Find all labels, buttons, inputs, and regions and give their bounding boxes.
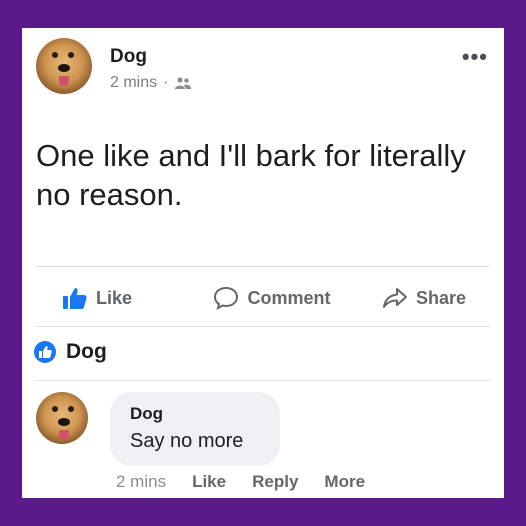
comment-button[interactable]: Comment xyxy=(213,286,331,310)
page-like-badge-icon xyxy=(34,341,56,363)
share-label: Share xyxy=(415,287,466,308)
post-time[interactable]: 2 mins xyxy=(110,74,157,92)
meta-separator: · xyxy=(163,74,169,91)
comment-text: Say no more xyxy=(130,430,244,452)
divider-top xyxy=(36,266,490,267)
share-button[interactable]: Share xyxy=(382,286,466,310)
divider-comments xyxy=(36,380,490,381)
post-header: Dog 2 mins · ••• xyxy=(36,38,494,102)
like-button[interactable]: Like xyxy=(62,286,132,310)
comment-time[interactable]: 2 mins xyxy=(116,472,166,492)
comment-label: Comment xyxy=(247,287,331,308)
comment-actions: 2 mins Like Reply More xyxy=(116,472,365,492)
commenting-as-row[interactable]: Dog xyxy=(34,340,107,364)
commenting-as-name: Dog xyxy=(66,340,107,363)
post-actions: Like Comment Share xyxy=(36,278,490,318)
post-meta: 2 mins · xyxy=(110,74,192,92)
comment-more-link[interactable]: More xyxy=(324,472,365,492)
thumbs-up-icon xyxy=(63,288,87,309)
comment-icon xyxy=(214,286,239,310)
comment-reply-link[interactable]: Reply xyxy=(252,472,298,492)
author-name[interactable]: Dog xyxy=(110,46,147,68)
thumbs-up-icon xyxy=(39,346,52,358)
commenter-name[interactable]: Dog xyxy=(130,404,163,424)
post-text: One like and I'll bark for literally no … xyxy=(36,138,466,212)
share-arrow-icon xyxy=(382,288,407,308)
like-label: Like xyxy=(96,287,133,308)
comment-like-link[interactable]: Like xyxy=(192,472,226,492)
friends-icon[interactable] xyxy=(174,76,192,90)
comment-bubble: Dog Say no more xyxy=(110,392,280,466)
divider-bottom xyxy=(36,326,490,327)
post-card: Dog 2 mins · ••• One like and I'll bark … xyxy=(22,28,504,498)
author-avatar[interactable] xyxy=(36,38,92,94)
more-options-icon[interactable]: ••• xyxy=(462,46,488,68)
commenter-avatar[interactable] xyxy=(36,392,88,444)
